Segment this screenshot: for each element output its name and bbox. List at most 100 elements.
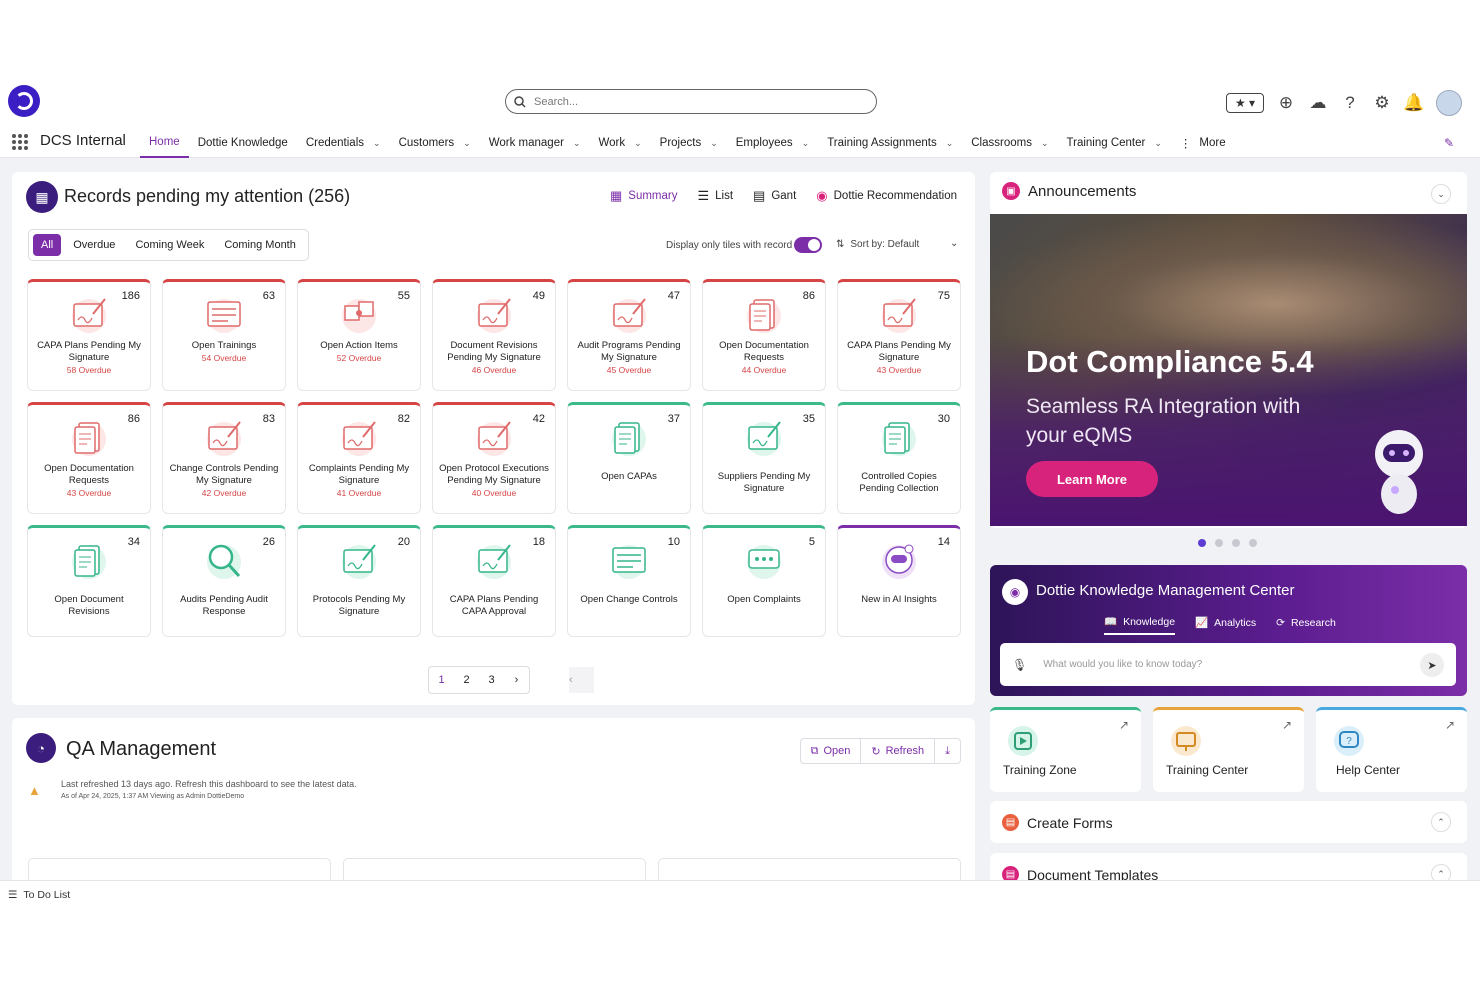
- nav-tab-home[interactable]: Home: [140, 128, 189, 158]
- sort-dropdown[interactable]: ⇅ Sort by: Default: [836, 239, 919, 250]
- nav-tab-classrooms[interactable]: Classrooms ⌄: [962, 128, 1057, 158]
- page-3[interactable]: 3: [479, 674, 504, 686]
- tab-analytics[interactable]: 📈 Analytics: [1195, 615, 1256, 635]
- nav-tab-employees[interactable]: Employees ⌄: [727, 128, 818, 158]
- display-only-toggle[interactable]: [794, 237, 822, 253]
- training-center-card[interactable]: ↗ Training Center: [1153, 707, 1304, 792]
- nav-tab-projects[interactable]: Projects ⌄: [651, 128, 727, 158]
- filter-overdue[interactable]: Overdue: [65, 234, 123, 256]
- todo-list-bar[interactable]: ☰ To Do List: [0, 880, 1480, 908]
- nav-tab-label: Work manager: [488, 137, 564, 149]
- dottie-question-input[interactable]: 🎙 What would you like to know today? ➤: [1000, 643, 1456, 686]
- cloud-icon[interactable]: ☁: [1308, 93, 1328, 113]
- document-icon: [67, 540, 111, 580]
- book-icon: 📖: [1104, 616, 1118, 628]
- view-summary[interactable]: ▦ Summary: [610, 188, 678, 204]
- record-tile[interactable]: 20 Protocols Pending My Signature: [297, 525, 421, 637]
- record-tile[interactable]: 37 Open CAPAs: [567, 402, 691, 514]
- record-tile[interactable]: 63 Open Trainings 54 Overdue: [162, 279, 286, 391]
- record-tile[interactable]: 82 Complaints Pending My Signature 41 Over…: [297, 402, 421, 514]
- avatar[interactable]: [1436, 90, 1462, 116]
- nav-tab-customers[interactable]: Customers ⌄: [390, 128, 480, 158]
- filter-all[interactable]: All: [33, 234, 62, 256]
- carousel-dot[interactable]: [1232, 539, 1240, 547]
- record-tile[interactable]: 26 Audits Pending Audit Response: [162, 525, 286, 637]
- quick-link-label: Help Center: [1336, 763, 1401, 777]
- create-forms-header[interactable]: ▤ Create Forms: [1002, 814, 1113, 831]
- record-tile[interactable]: 14 New in AI Insights: [837, 525, 961, 637]
- record-tile[interactable]: 30 Controlled Copies Pending Collection: [837, 402, 961, 514]
- record-tile[interactable]: 49 Document Revisions Pending My Signatur…: [432, 279, 556, 391]
- nav-tab-training-center[interactable]: Training Center ⌄: [1058, 128, 1171, 158]
- record-tile[interactable]: 86 Open Documentation Requests 43 Overdue: [27, 402, 151, 514]
- tile-label: Audits Pending Audit Response: [180, 594, 268, 617]
- tile-label: Open Document Revisions: [54, 594, 124, 617]
- edit-nav-icon[interactable]: ✎: [1444, 136, 1454, 150]
- record-tile[interactable]: 55 Open Action Items 52 Overdue: [297, 279, 421, 391]
- tab-research[interactable]: ⟳ Research: [1276, 615, 1336, 635]
- view-dottie-recommendation[interactable]: ◉ Dottie Recommendation: [816, 188, 957, 204]
- signature-doc-icon: [472, 294, 516, 334]
- announcement-banner[interactable]: Dot Compliance 5.4 Seamless RA Integrati…: [990, 214, 1467, 526]
- learn-more-button[interactable]: Learn More: [1026, 461, 1158, 497]
- record-tile[interactable]: 83 Change Controls Pending My Signature 42…: [162, 402, 286, 514]
- nav-tab-credentials[interactable]: Credentials ⌄: [297, 128, 390, 158]
- nav-tab-label: More: [1199, 137, 1226, 149]
- record-tile[interactable]: 47 Audit Programs Pending My Signature 45 …: [567, 279, 691, 391]
- filter-coming-week[interactable]: Coming Week: [127, 234, 212, 256]
- download-button[interactable]: ⤓: [935, 738, 960, 764]
- record-tile[interactable]: 34 Open Document Revisions: [27, 525, 151, 637]
- chevron-up-icon[interactable]: ⌃: [1431, 812, 1451, 832]
- chevron-down-icon[interactable]: ⌄: [950, 238, 958, 249]
- search-input[interactable]: Search...: [505, 89, 877, 114]
- tile-label: Open Documentation Requests: [719, 340, 809, 363]
- add-icon[interactable]: ⊕: [1276, 93, 1296, 113]
- more-icon: ⋮: [1179, 138, 1192, 150]
- training-zone-card[interactable]: ↗ Training Zone: [990, 707, 1141, 792]
- filter-coming-month[interactable]: Coming Month: [216, 234, 304, 256]
- record-tile[interactable]: 18 CAPA Plans Pending CAPA Approval: [432, 525, 556, 637]
- favorites-button[interactable]: ★ ▾: [1226, 93, 1264, 113]
- prev-page-icon[interactable]: ‹: [569, 667, 594, 693]
- record-tile[interactable]: 35 Suppliers Pending My Signature: [702, 402, 826, 514]
- page-1[interactable]: 1: [429, 674, 454, 686]
- tile-label-wrap: Open Protocol Executions Pending My Sign…: [439, 463, 549, 499]
- carousel-dot[interactable]: [1215, 539, 1223, 547]
- tile-label: Suppliers Pending My Signature: [717, 471, 811, 494]
- tab-knowledge[interactable]: 📖 Knowledge: [1104, 615, 1176, 635]
- bell-icon[interactable]: 🔔: [1403, 93, 1424, 113]
- tile-count: 63: [262, 290, 275, 302]
- chevron-down-icon[interactable]: ⌄: [1431, 184, 1451, 204]
- help-center-card[interactable]: ? ↗ Help Center: [1316, 707, 1467, 792]
- tile-count: 20: [397, 536, 410, 548]
- view-gant[interactable]: ▤ Gant: [753, 188, 796, 204]
- nav-tab-work[interactable]: Work ⌄: [589, 128, 650, 158]
- record-tile[interactable]: 186 CAPA Plans Pending My Signature 58 Ove…: [27, 279, 151, 391]
- send-icon[interactable]: ➤: [1420, 653, 1444, 677]
- open-button[interactable]: ⧉ Open: [801, 738, 862, 764]
- record-tile[interactable]: 42 Open Protocol Executions Pending My Si…: [432, 402, 556, 514]
- nav-tab-more[interactable]: ⋮ More: [1171, 128, 1235, 158]
- dottie-question-placeholder: What would you like to know today?: [1043, 659, 1203, 670]
- refresh-button[interactable]: ↻ Refresh: [861, 738, 936, 764]
- carousel-dot[interactable]: [1198, 539, 1206, 547]
- help-icon[interactable]: ?: [1340, 93, 1360, 113]
- microphone-icon[interactable]: 🎙: [1012, 658, 1027, 672]
- view-list[interactable]: ☰ List: [697, 188, 733, 204]
- next-page-icon[interactable]: ›: [504, 674, 529, 686]
- tile-label: Open Documentation Requests: [44, 463, 134, 486]
- record-tile[interactable]: 86 Open Documentation Requests 44 Overdue: [702, 279, 826, 391]
- nav-tab-training-assignments[interactable]: Training Assignments ⌄: [818, 128, 962, 158]
- record-tile[interactable]: 75 CAPA Plans Pending My Signature 43 Over…: [837, 279, 961, 391]
- gear-icon[interactable]: ⚙: [1372, 93, 1392, 113]
- tile-count: 49: [532, 290, 545, 302]
- nav-tab-dottie-knowledge[interactable]: Dottie Knowledge: [189, 128, 297, 158]
- record-tile[interactable]: 5 Open Complaints: [702, 525, 826, 637]
- record-tile[interactable]: 10 Open Change Controls: [567, 525, 691, 637]
- tile-overdue: 44 Overdue: [741, 365, 787, 375]
- app-launcher-icon[interactable]: [12, 134, 28, 150]
- nav-tab-work-manager[interactable]: Work manager ⌄: [480, 128, 590, 158]
- carousel-dot[interactable]: [1249, 539, 1257, 547]
- app-logo[interactable]: [8, 85, 40, 117]
- page-2[interactable]: 2: [454, 674, 479, 686]
